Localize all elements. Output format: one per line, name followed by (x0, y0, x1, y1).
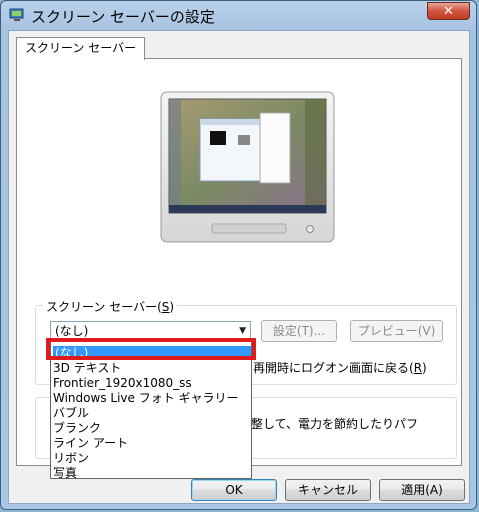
window-title: スクリーン セーバーの設定 (31, 8, 215, 26)
annotation-highlight (46, 338, 256, 360)
dropdown-item-3d-text[interactable]: 3D テキスト (53, 361, 121, 375)
dropdown-item-ribbons[interactable]: リボン (53, 451, 89, 465)
cancel-button[interactable]: キャンセル (285, 479, 371, 501)
tab-panel: スクリーン セーバー(S) (なし) ▼ 設定(T)... プレビュー(V) 再… (16, 58, 462, 480)
logon-resume-label[interactable]: 再開時にログオン画面に戻る(R) (253, 359, 427, 376)
dropdown-item-photos[interactable]: 写真 (53, 466, 77, 480)
ok-button[interactable]: OK (191, 479, 277, 501)
dropdown-item-frontier[interactable]: Frontier_1920x1080_ss (53, 376, 192, 390)
settings-button[interactable]: 設定(T)... (261, 320, 337, 342)
tab-screensaver[interactable]: スクリーン セーバー (16, 37, 146, 60)
dropdown-item-windows-live-photo[interactable]: Windows Live フォト ギャラリー (53, 391, 239, 405)
power-description: 整して、電力を節約したりパフ (251, 417, 419, 431)
screensaver-select-value: (なし) (55, 324, 89, 338)
dropdown-item-blank[interactable]: ブランク (53, 421, 101, 435)
dialog-client: スクリーン セーバー スクリーン セーバー(S) (なし) ▼ 設定(T)...… (8, 30, 470, 504)
dialog-window: スクリーン セーバーの設定 ✕ スクリーン セーバー スクリーン セーバー(S)… (0, 0, 477, 510)
screensaver-dropdown-list[interactable]: (なし) 3D テキスト Frontier_1920x1080_ss Windo… (50, 341, 252, 480)
screensaver-group-legend: スクリーン セーバー(S) (43, 298, 178, 315)
dropdown-item-bubbles[interactable]: バブル (53, 406, 89, 420)
close-icon: ✕ (443, 4, 454, 19)
close-button[interactable]: ✕ (427, 2, 470, 20)
monitor-gear-icon (9, 8, 24, 21)
title-bar[interactable]: スクリーン セーバーの設定 ✕ (1, 1, 476, 31)
apply-button[interactable]: 適用(A) (379, 479, 465, 501)
dropdown-item-line-art[interactable]: ライン アート (53, 436, 128, 450)
preview-button[interactable]: プレビュー(V) (350, 320, 443, 342)
monitor-preview (160, 91, 335, 243)
